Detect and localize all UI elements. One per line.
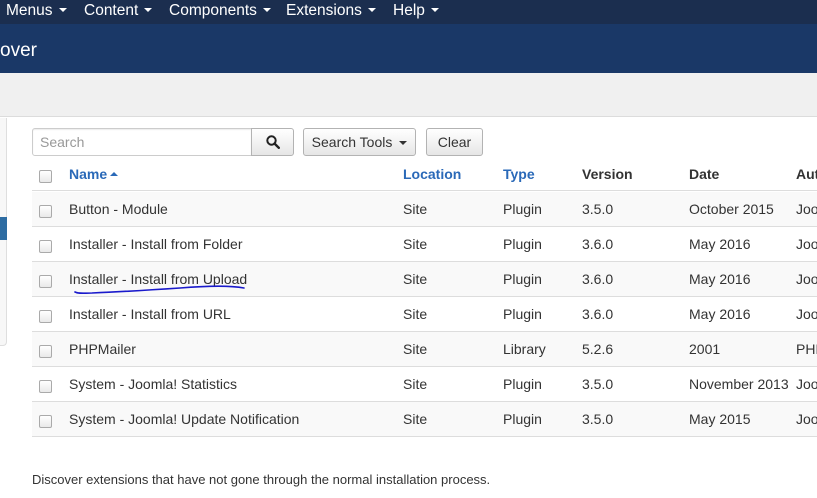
row-name: Installer - Install from URL — [69, 306, 231, 322]
row-checkbox[interactable] — [39, 275, 52, 288]
sort-ascending-icon — [110, 172, 119, 176]
caret-down-icon — [144, 8, 153, 12]
row-checkbox[interactable] — [39, 240, 52, 253]
caret-down-icon — [58, 8, 67, 12]
row-version: 3.6.0 — [582, 271, 614, 287]
row-date: October 2015 — [689, 201, 774, 217]
row-date: November 2013 — [689, 376, 789, 392]
column-header-location[interactable]: Location — [403, 166, 461, 182]
menu-content-label: Content — [84, 2, 139, 19]
row-author: Joo — [796, 201, 817, 217]
menu-menus-label: Menus — [6, 2, 53, 19]
row-type: Plugin — [503, 236, 542, 252]
page-title: over — [0, 40, 37, 61]
row-checkbox[interactable] — [39, 415, 52, 428]
top-navbar: Menus Content Components Extensions Help — [0, 0, 817, 24]
row-checkbox[interactable] — [39, 345, 52, 358]
row-location: Site — [403, 236, 428, 252]
row-type: Plugin — [503, 376, 542, 392]
menu-extensions-label: Extensions — [286, 2, 362, 19]
row-checkbox[interactable] — [39, 205, 52, 218]
row-type: Plugin — [503, 411, 542, 427]
row-author: Joo — [796, 236, 817, 252]
menu-components[interactable]: Components — [169, 2, 271, 20]
row-author: Joo — [796, 411, 817, 427]
row-name: Button - Module — [69, 201, 168, 217]
row-location: Site — [403, 411, 428, 427]
row-divider — [32, 366, 817, 367]
row-type: Plugin — [503, 306, 542, 322]
caret-down-icon — [262, 8, 271, 12]
row-author: Joo — [796, 376, 817, 392]
row-version: 3.6.0 — [582, 236, 614, 252]
column-header-type[interactable]: Type — [503, 166, 535, 182]
column-header-date: Date — [689, 166, 720, 182]
row-author: Joo — [796, 271, 817, 287]
row-type: Plugin — [503, 201, 542, 217]
menu-content[interactable]: Content — [84, 2, 153, 20]
row-date: May 2016 — [689, 306, 751, 322]
row-name: Installer - Install from Folder — [69, 236, 243, 252]
row-location: Site — [403, 376, 428, 392]
row-version: 5.2.6 — [582, 341, 614, 357]
row-name: System - Joomla! Update Notification — [69, 411, 300, 427]
column-header-version: Version — [582, 166, 633, 182]
row-author: PHP — [796, 341, 817, 357]
menu-help-label: Help — [393, 2, 425, 19]
menu-menus[interactable]: Menus — [6, 2, 67, 20]
row-date: May 2015 — [689, 411, 751, 427]
search-tools-label: Search Tools — [311, 134, 393, 150]
select-all-checkbox[interactable] — [39, 170, 52, 183]
row-checkbox[interactable] — [39, 380, 52, 393]
discover-description: Discover extensions that have not gone t… — [32, 472, 491, 487]
row-divider — [32, 436, 817, 437]
column-header-author: Aut — [796, 166, 817, 182]
row-type: Plugin — [503, 271, 542, 287]
row-checkbox[interactable] — [39, 310, 52, 323]
table-header-divider — [32, 190, 817, 191]
row-author: Joo — [796, 306, 817, 322]
menu-help[interactable]: Help — [393, 2, 439, 20]
caret-down-icon — [367, 8, 376, 12]
menu-extensions[interactable]: Extensions — [286, 2, 376, 20]
row-version: 3.5.0 — [582, 376, 614, 392]
caret-down-icon — [430, 8, 439, 12]
search-tools-button[interactable]: Search Tools — [303, 128, 416, 156]
row-location: Site — [403, 341, 428, 357]
search-input[interactable] — [32, 128, 252, 156]
row-name: Installer - Install from Upload — [69, 271, 248, 287]
row-divider — [32, 296, 817, 297]
row-version: 3.5.0 — [582, 411, 614, 427]
row-date: 2001 — [689, 341, 721, 357]
row-version: 3.5.0 — [582, 201, 614, 217]
search-icon — [265, 135, 280, 150]
page-header: over — [0, 24, 817, 73]
search-button[interactable] — [251, 128, 294, 156]
row-location: Site — [403, 306, 428, 322]
column-header-name[interactable]: Name — [69, 166, 119, 182]
toolbar — [0, 73, 817, 117]
caret-down-icon — [399, 141, 408, 145]
row-date: May 2016 — [689, 271, 751, 287]
row-name: PHPMailer — [69, 341, 136, 357]
row-location: Site — [403, 201, 428, 217]
row-type: Library — [503, 341, 546, 357]
row-location: Site — [403, 271, 428, 287]
row-name: System - Joomla! Statistics — [69, 376, 238, 392]
column-header-name-label: Name — [69, 166, 108, 182]
sidebar-active-item[interactable] — [0, 217, 7, 240]
clear-button[interactable]: Clear — [426, 128, 483, 156]
row-version: 3.6.0 — [582, 306, 614, 322]
row-divider — [32, 226, 817, 227]
sidebar — [0, 118, 7, 346]
row-date: May 2016 — [689, 236, 751, 252]
menu-components-label: Components — [169, 2, 257, 19]
